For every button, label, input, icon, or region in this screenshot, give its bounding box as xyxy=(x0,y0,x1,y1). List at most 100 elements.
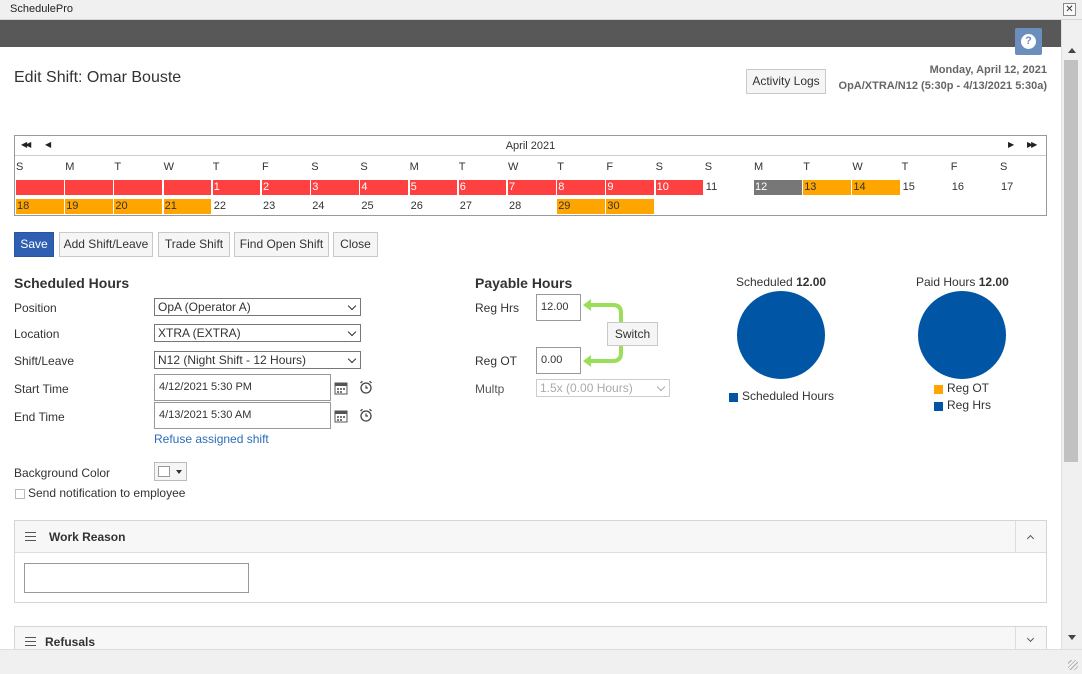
legend-label-reg-hrs: Reg Hrs xyxy=(947,398,992,412)
caret-down-icon xyxy=(176,470,182,474)
scroll-up-icon[interactable] xyxy=(1068,48,1076,53)
calendar-day[interactable]: 1 xyxy=(212,180,261,195)
notify-label: Send notification to employee xyxy=(28,486,186,500)
scroll-down-icon[interactable] xyxy=(1068,635,1076,640)
calendar-day[interactable]: 14 xyxy=(852,180,901,195)
calendar-day[interactable]: 11 xyxy=(705,180,753,195)
calendar-day[interactable]: 24 xyxy=(311,199,359,214)
paid-hours-pie-chart xyxy=(918,291,1006,379)
start-time-input[interactable]: 4/12/2021 5:30 PM xyxy=(154,374,331,401)
paid-chart-title: Paid Hours 12.00 xyxy=(916,275,1009,289)
shift-leave-value: N12 (Night Shift - 12 Hours) xyxy=(158,353,307,367)
end-time-input[interactable]: 4/13/2021 5:30 AM xyxy=(154,402,331,429)
chevron-down-icon xyxy=(347,327,357,337)
calendar-day[interactable]: 30 xyxy=(606,199,655,214)
position-select[interactable]: OpA (Operator A) xyxy=(154,298,361,316)
calendar-day[interactable]: 5 xyxy=(409,180,458,195)
calendar-icon[interactable] xyxy=(334,409,348,423)
legend-swatch-reg-ot xyxy=(934,385,943,394)
legend-label-reg-ot: Reg OT xyxy=(947,381,990,395)
calendar-icon[interactable] xyxy=(334,381,348,395)
weekday-header: T xyxy=(458,161,466,173)
help-button[interactable]: ? xyxy=(1015,28,1042,55)
header-bar xyxy=(0,20,1061,47)
calendar-day[interactable]: 26 xyxy=(410,199,458,214)
vertical-scrollbar[interactable] xyxy=(1061,20,1082,649)
multp-label: Multp xyxy=(475,382,505,396)
work-reason-header[interactable]: Work Reason xyxy=(15,521,1046,553)
calendar-day[interactable]: 3 xyxy=(311,180,359,195)
reg-hrs-input[interactable]: 12.00 xyxy=(536,294,581,321)
pie-slice-scheduled-hours xyxy=(737,291,825,379)
expand-button[interactable] xyxy=(1015,627,1046,649)
calendar-day[interactable]: 29 xyxy=(557,199,605,214)
add-shift-leave-button[interactable]: Add Shift/Leave xyxy=(59,232,153,257)
calendar-day[interactable]: 8 xyxy=(557,180,605,195)
reg-ot-input[interactable]: 0.00 xyxy=(536,347,581,374)
clock-icon[interactable] xyxy=(359,380,373,394)
activity-logs-button[interactable]: Activity Logs xyxy=(746,69,826,94)
calendar-day[interactable]: 23 xyxy=(262,199,310,214)
resize-grip-icon[interactable] xyxy=(1068,660,1078,670)
calendar-day[interactable]: 21 xyxy=(163,199,212,214)
next-month-icon[interactable]: ▶ xyxy=(1008,140,1014,149)
weekday-header: S xyxy=(704,161,713,173)
weekday-header: S xyxy=(311,161,319,173)
calendar-day[interactable]: 25 xyxy=(360,199,408,214)
calendar-day[interactable] xyxy=(163,180,212,195)
calendar-day[interactable] xyxy=(65,180,113,195)
clock-icon[interactable] xyxy=(359,408,373,422)
switch-button[interactable]: Switch xyxy=(607,322,658,346)
calendar-day[interactable]: 7 xyxy=(508,180,556,195)
calendar-day[interactable]: 2 xyxy=(262,180,310,195)
calendar-day[interactable]: 15 xyxy=(902,180,950,195)
trade-shift-button[interactable]: Trade Shift xyxy=(158,232,230,257)
calendar-day[interactable]: 27 xyxy=(459,199,507,214)
reg-hrs-label: Reg Hrs xyxy=(475,301,520,315)
window-close-icon[interactable]: ✕ xyxy=(1063,3,1076,16)
notify-checkbox[interactable] xyxy=(15,489,25,499)
paid-chart-title-value: 12.00 xyxy=(978,275,1009,289)
menu-icon xyxy=(25,637,36,646)
calendar-day[interactable]: 17 xyxy=(1000,180,1048,195)
work-reason-title: Work Reason xyxy=(49,530,126,544)
collapse-button[interactable] xyxy=(1015,521,1046,553)
calendar-day[interactable] xyxy=(16,180,64,195)
calendar-day[interactable]: 28 xyxy=(508,199,556,214)
calendar-day[interactable]: 20 xyxy=(114,199,163,214)
location-select[interactable]: XTRA (EXTRA) xyxy=(154,324,361,342)
calendar-day[interactable]: 16 xyxy=(951,180,999,195)
calendar-day[interactable]: 19 xyxy=(65,199,113,214)
calendar-month: April 2021 xyxy=(505,140,556,152)
weekday-header: F xyxy=(262,161,269,173)
save-button[interactable]: Save xyxy=(14,232,54,257)
shift-date: Monday, April 12, 2021 xyxy=(929,64,1047,76)
close-button[interactable]: Close xyxy=(333,232,378,257)
weekday-header: M xyxy=(65,161,75,173)
scroll-thumb[interactable] xyxy=(1064,60,1078,462)
weekday-header: F xyxy=(606,161,614,173)
refusals-header[interactable]: Refusals xyxy=(15,627,1046,649)
last-month-icon[interactable]: ▶▶ xyxy=(1027,140,1037,149)
work-reason-input[interactable] xyxy=(24,563,249,593)
find-open-shift-button[interactable]: Find Open Shift xyxy=(234,232,329,257)
refusals-title: Refusals xyxy=(45,635,96,649)
calendar-day[interactable] xyxy=(114,180,163,195)
background-color-picker[interactable] xyxy=(154,462,187,481)
shift-leave-select[interactable]: N12 (Night Shift - 12 Hours) xyxy=(154,351,361,369)
calendar-day[interactable]: 13 xyxy=(803,180,851,195)
weekday-header: S xyxy=(360,161,368,173)
calendar-day[interactable]: 22 xyxy=(213,199,261,214)
calendar-day[interactable]: 6 xyxy=(458,180,507,195)
weekday-header: W xyxy=(852,161,863,173)
calendar-day[interactable]: 9 xyxy=(606,180,655,195)
calendar-day[interactable]: 10 xyxy=(655,180,704,195)
location-value: XTRA (EXTRA) xyxy=(158,326,241,340)
chevron-down-icon xyxy=(1026,634,1035,643)
calendar-day[interactable]: 4 xyxy=(360,180,409,195)
calendar-day[interactable]: 18 xyxy=(16,199,64,214)
chevron-up-icon xyxy=(1026,534,1035,543)
refuse-shift-link[interactable]: Refuse assigned shift xyxy=(154,432,269,446)
calendar-day[interactable]: 12 xyxy=(754,180,802,195)
scheduled-hours-title: Scheduled Hours xyxy=(14,275,130,291)
